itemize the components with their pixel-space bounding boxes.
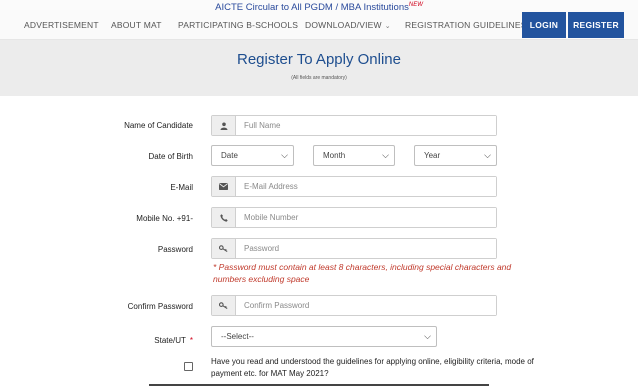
state-label: State/UT * — [154, 336, 193, 345]
mobile-input-group — [211, 207, 497, 228]
name-input-group — [211, 115, 497, 136]
dob-date-select[interactable]: Date ⌵ — [211, 145, 294, 166]
page-subtitle: (All fields are mandatory) — [291, 75, 347, 81]
state-selected-value: --Select-- — [221, 332, 254, 341]
password-hint: * Password must contain at least 8 chara… — [213, 262, 512, 284]
dob-date-value: Date — [221, 151, 238, 160]
guidelines-question: Have you read and understood the guideli… — [211, 357, 534, 378]
key-icon — [212, 296, 236, 315]
nav-about-mat[interactable]: ABOUT MAT — [111, 10, 162, 40]
chevron-down-icon: ⌵ — [424, 331, 431, 341]
password-label: Password — [157, 245, 193, 254]
user-icon — [212, 116, 236, 135]
dob-month-value: Month — [323, 151, 346, 160]
email-input-group — [211, 176, 497, 197]
page-header: Register To Apply Online (All fields are… — [0, 40, 638, 96]
confirm-password-input[interactable] — [236, 296, 496, 315]
announcement-bar: AICTE Circular to All PGDM / MBA Institu… — [0, 0, 638, 13]
new-badge: NEW — [408, 1, 423, 8]
required-mark: * — [189, 336, 193, 345]
nav-download-view[interactable]: DOWNLOAD/VIEW ⌄ — [305, 10, 391, 40]
nav-registration-guidelines[interactable]: REGISTRATION GUIDELINES — [405, 10, 527, 40]
page-title: Register To Apply Online — [237, 51, 401, 68]
chevron-down-icon: ⌵ — [382, 150, 389, 160]
register-button[interactable]: REGISTER — [568, 12, 624, 38]
chevron-down-icon: ⌵ — [484, 150, 491, 160]
email-label: E-Mail — [170, 183, 193, 192]
state-select[interactable]: --Select-- ⌵ — [211, 326, 437, 347]
dob-label: Date of Birth — [148, 152, 193, 161]
state-label-text: State/UT — [154, 336, 186, 345]
main-nav: ADVERTISEMENT ABOUT MAT PARTICIPATING B-… — [0, 10, 638, 40]
phone-icon — [212, 208, 236, 227]
mobile-label: Mobile No. +91- — [136, 214, 193, 223]
mobile-input[interactable] — [236, 208, 496, 227]
nav-download-view-label: DOWNLOAD/VIEW — [305, 20, 382, 30]
chevron-down-icon: ⌄ — [384, 23, 391, 30]
full-name-input[interactable] — [236, 116, 496, 135]
chevron-down-icon: ⌵ — [281, 150, 288, 160]
password-input[interactable] — [236, 239, 496, 258]
confirm-password-input-group — [211, 295, 497, 316]
nav-participating-b-schools[interactable]: PARTICIPATING B-SCHOOLS — [178, 10, 298, 40]
envelope-icon — [212, 177, 236, 196]
dob-month-select[interactable]: Month ⌵ — [313, 145, 395, 166]
password-input-group — [211, 238, 497, 259]
dob-year-value: Year — [424, 151, 441, 160]
key-icon — [212, 239, 236, 258]
dob-year-select[interactable]: Year ⌵ — [414, 145, 497, 166]
nav-advertisement[interactable]: ADVERTISEMENT — [24, 10, 99, 40]
name-label: Name of Candidate — [124, 121, 193, 130]
login-button[interactable]: LOGIN — [522, 12, 566, 38]
email-input[interactable] — [236, 177, 496, 196]
guidelines-checkbox[interactable] — [184, 362, 193, 371]
confirm-password-label: Confirm Password — [127, 302, 193, 311]
